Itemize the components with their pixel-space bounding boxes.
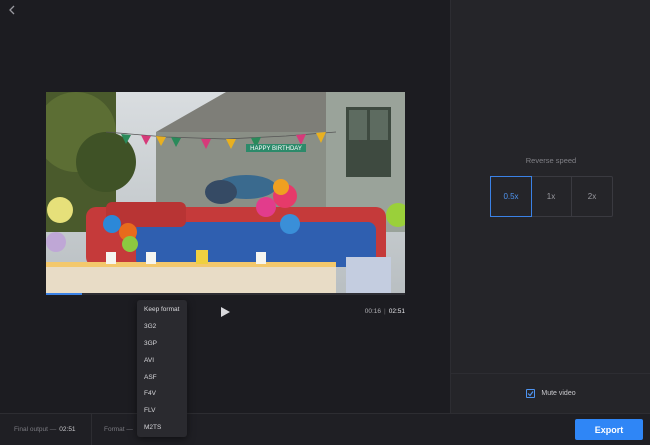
format-option-asf[interactable]: ASF: [137, 370, 187, 387]
check-icon: [527, 391, 534, 397]
speed-option-2x[interactable]: 2x: [572, 177, 612, 216]
final-output: Final output —02:51: [14, 426, 76, 433]
footer-bar: Final output —02:51 Format —: [0, 413, 650, 445]
time-separator: |: [384, 308, 386, 315]
play-icon[interactable]: [218, 304, 232, 320]
format-option-avi[interactable]: AVI: [137, 353, 187, 370]
mute-video-row: Mute video: [451, 373, 650, 413]
speed-option-1x[interactable]: 1x: [531, 177, 572, 216]
format-dropdown: Keep format 3G2 3GP AVI ASF F4V FLV M2TS: [137, 300, 187, 437]
mute-video-checkbox[interactable]: [526, 389, 536, 398]
reverse-speed-label: Reverse speed: [525, 156, 577, 165]
format-label[interactable]: Format —: [104, 426, 133, 433]
final-output-label: Final output —: [14, 426, 57, 433]
final-output-value: 02:51: [59, 426, 76, 433]
format-option-m2ts[interactable]: M2TS: [137, 420, 187, 437]
video-progress-bar[interactable]: [46, 293, 405, 295]
format-option-3gp[interactable]: 3GP: [137, 336, 187, 353]
format-option-f4v[interactable]: F4V: [137, 386, 187, 403]
back-icon[interactable]: [6, 4, 20, 18]
speed-option-0-5x[interactable]: 0.5x: [490, 176, 532, 217]
video-frame-image: HAPPY BIRTHDAY: [46, 92, 405, 293]
progress-fill: [46, 293, 82, 295]
format-option-keep-format[interactable]: Keep format: [137, 302, 187, 319]
time-display: 00:16 | 02:51: [365, 308, 405, 315]
speed-selector: 0.5x 1x 2x: [490, 176, 613, 217]
current-time: 00:16: [364, 308, 382, 315]
app: HAPPY BIRTHDAY 00:16 | 02:51 Reverse spe…: [0, 0, 650, 445]
settings-panel: Reverse speed 0.5x 1x 2x Mute video: [450, 0, 650, 413]
mute-video-label[interactable]: Mute video: [541, 390, 575, 397]
total-time: 02:51: [388, 308, 405, 315]
export-button[interactable]: Export: [575, 419, 643, 440]
video-preview[interactable]: HAPPY BIRTHDAY: [46, 92, 405, 293]
format-option-3g2[interactable]: 3G2: [137, 319, 187, 336]
preview-panel: HAPPY BIRTHDAY 00:16 | 02:51: [0, 0, 450, 413]
footer-divider: [91, 414, 92, 445]
banner-text: HAPPY BIRTHDAY: [250, 146, 302, 152]
format-option-flv[interactable]: FLV: [137, 403, 187, 420]
